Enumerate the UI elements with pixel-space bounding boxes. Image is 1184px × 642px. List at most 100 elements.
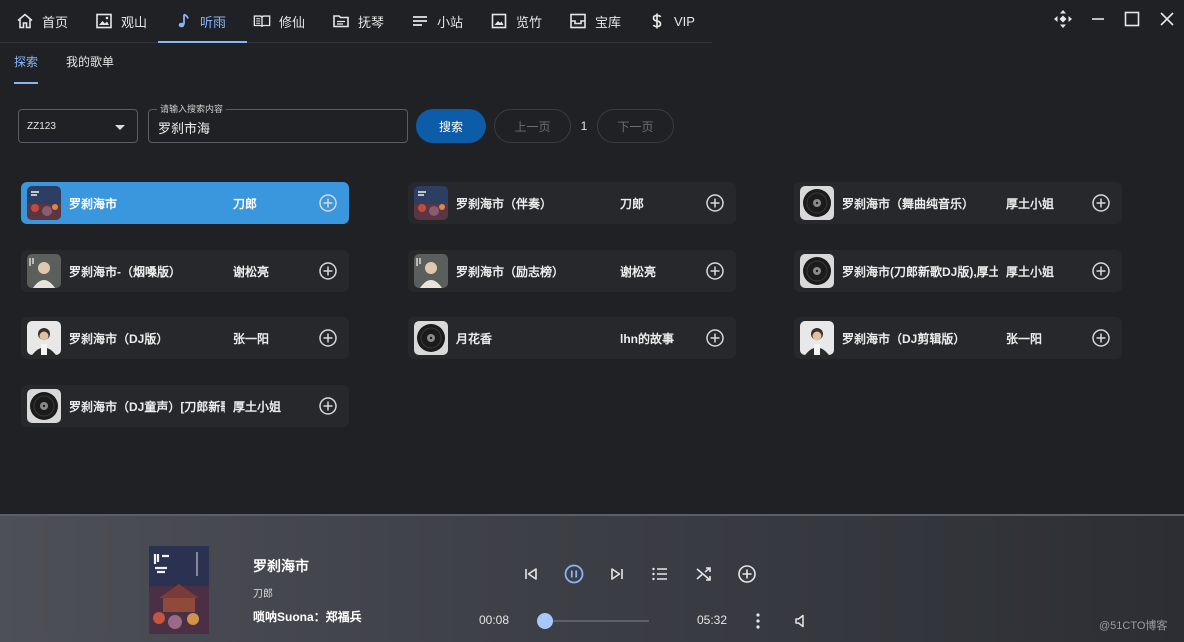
main-nav: 首页 观山 听雨 修仙 抚琴 小站 览竹 宝库 VIP — [0, 0, 712, 43]
nav-item-label: VIP — [674, 13, 695, 29]
progress-handle[interactable] — [537, 613, 553, 629]
folder-icon — [332, 12, 350, 30]
maximize-icon[interactable] — [1121, 8, 1143, 30]
more-vertical-icon[interactable] — [746, 609, 770, 633]
picture-icon — [490, 12, 508, 30]
result-artist: lhn的故事 — [620, 332, 674, 346]
search-field[interactable]: 请输入搜索内容 — [148, 102, 408, 143]
sub-tabs: 探索 我的歌单 — [0, 42, 712, 84]
prev-page-button[interactable]: 上一页 — [494, 109, 571, 143]
search-field-label: 请输入搜索内容 — [157, 102, 227, 115]
archive-icon — [569, 12, 587, 30]
add-circle-icon[interactable] — [318, 261, 338, 281]
lines-icon — [411, 12, 429, 30]
nav-item-label: 览竹 — [516, 14, 543, 30]
portrait-thumb — [800, 321, 834, 355]
result-card[interactable]: 罗刹海市（DJ剪辑版） 张一阳 — [794, 317, 1122, 359]
result-card[interactable]: 罗刹海市（DJ童声）[刀郎新歌 厚土小姐 — [21, 385, 349, 427]
playlist-icon[interactable] — [648, 562, 672, 586]
pause-icon[interactable] — [562, 562, 586, 586]
result-artist: 厚土小姐 — [233, 400, 282, 414]
portrait-thumb — [27, 321, 61, 355]
close-icon[interactable] — [1156, 8, 1178, 30]
add-circle-icon[interactable] — [705, 193, 725, 213]
nav-item-home[interactable]: 首页 — [0, 0, 79, 42]
book-icon — [253, 12, 271, 30]
shuffle-icon[interactable] — [692, 562, 716, 586]
result-title: 罗刹海市（励志榜） — [456, 265, 565, 279]
total-time: 05:32 — [697, 613, 728, 627]
nav-item-label: 观山 — [121, 14, 148, 30]
progress-bar[interactable] — [545, 620, 649, 622]
nav-item-label: 抚琴 — [358, 14, 385, 30]
nav-item-cultivate[interactable]: 修仙 — [237, 0, 316, 42]
move-icon[interactable] — [1052, 8, 1074, 30]
result-title: 月花香 — [456, 332, 493, 346]
result-title: 罗刹海市(刀郎新歌DJ版),厚土 — [842, 265, 998, 279]
current-time: 00:08 — [479, 613, 510, 627]
result-title: 罗刹海市（伴奏） — [456, 197, 553, 211]
nav-item-mountain[interactable]: 观山 — [79, 0, 158, 42]
next-page-button[interactable]: 下一页 — [597, 109, 674, 143]
now-playing-title: 罗刹海市 — [253, 558, 309, 574]
nav-item-label: 修仙 — [279, 14, 306, 30]
tab-search[interactable]: 探索 — [14, 42, 39, 84]
minimize-icon[interactable] — [1087, 8, 1109, 30]
add-circle-icon[interactable] — [1091, 328, 1111, 348]
title-bar: 首页 观山 听雨 修仙 抚琴 小站 览竹 宝库 VIP — [0, 0, 1184, 43]
result-card[interactable]: 罗刹海市(刀郎新歌DJ版),厚土 厚土小姐 — [794, 250, 1122, 292]
previous-track-icon[interactable] — [519, 562, 543, 586]
result-card[interactable]: 罗刹海市（DJ版） 张一阳 — [21, 317, 349, 359]
result-artist: 张一阳 — [233, 332, 270, 346]
add-circle-icon[interactable] — [705, 328, 725, 348]
nav-item-music[interactable]: 听雨 — [158, 0, 247, 43]
result-artist: 刀郎 — [233, 197, 258, 211]
result-artist: 谢松亮 — [620, 265, 657, 279]
search-input[interactable] — [158, 117, 388, 137]
add-circle-icon[interactable] — [705, 261, 725, 281]
source-select[interactable]: ZZ123 — [18, 109, 138, 143]
add-circle-icon[interactable] — [318, 328, 338, 348]
image-icon — [95, 12, 113, 30]
portrait-thumb — [27, 254, 61, 288]
search-button[interactable]: 搜索 — [416, 109, 486, 143]
tab-my-playlist[interactable]: 我的歌单 — [66, 42, 114, 84]
source-select-value: ZZ123 — [27, 120, 56, 132]
nav-item-guqin[interactable]: 抚琴 — [316, 0, 395, 42]
result-title: 罗刹海市（DJ版） — [69, 332, 169, 346]
result-artist: 厚土小姐 — [1006, 197, 1055, 211]
add-circle-icon[interactable] — [735, 562, 759, 586]
result-title: 罗刹海市（DJ童声）[刀郎新歌 — [69, 400, 225, 414]
result-title: 罗刹海市（DJ剪辑版） — [842, 332, 966, 346]
nav-item-bamboo[interactable]: 览竹 — [474, 0, 553, 42]
home-icon — [16, 12, 34, 30]
now-playing-credit: 唢呐Suona：郑福兵 — [253, 610, 362, 624]
nav-item-label: 小站 — [437, 14, 464, 30]
nav-item-treasury[interactable]: 宝库 — [553, 0, 632, 42]
add-circle-icon[interactable] — [318, 193, 338, 213]
nav-item-station[interactable]: 小站 — [395, 0, 474, 42]
vinyl-thumb — [800, 254, 834, 288]
nav-item-label: 首页 — [42, 14, 69, 30]
chevron-down-icon — [115, 125, 125, 130]
result-card[interactable]: 罗刹海市（励志榜） 谢松亮 — [408, 250, 736, 292]
result-card[interactable]: 罗刹海市 刀郎 — [21, 182, 349, 224]
music-note-icon — [174, 12, 192, 30]
result-card[interactable]: 罗刹海市（舞曲纯音乐） 厚土小姐 — [794, 182, 1122, 224]
watermark: @51CTO博客 — [1099, 620, 1168, 632]
nav-item-vip[interactable]: VIP — [632, 0, 711, 42]
vinyl-thumb — [414, 321, 448, 355]
add-circle-icon[interactable] — [1091, 193, 1111, 213]
result-card[interactable]: 罗刹海市（伴奏） 刀郎 — [408, 182, 736, 224]
add-circle-icon[interactable] — [1091, 261, 1111, 281]
result-card[interactable]: 罗刹海市-（烟嗓版） 谢松亮 — [21, 250, 349, 292]
album-art-thumb — [27, 186, 61, 220]
result-card[interactable]: 月花香 lhn的故事 — [408, 317, 736, 359]
add-circle-icon[interactable] — [318, 396, 338, 416]
volume-icon[interactable] — [789, 609, 813, 633]
vinyl-thumb — [800, 186, 834, 220]
player-bar: 罗刹海市 刀郎 唢呐Suona：郑福兵 00:08 05:32 — [0, 514, 1184, 642]
next-track-icon[interactable] — [605, 562, 629, 586]
portrait-thumb — [414, 254, 448, 288]
result-title: 罗刹海市 — [69, 197, 118, 211]
